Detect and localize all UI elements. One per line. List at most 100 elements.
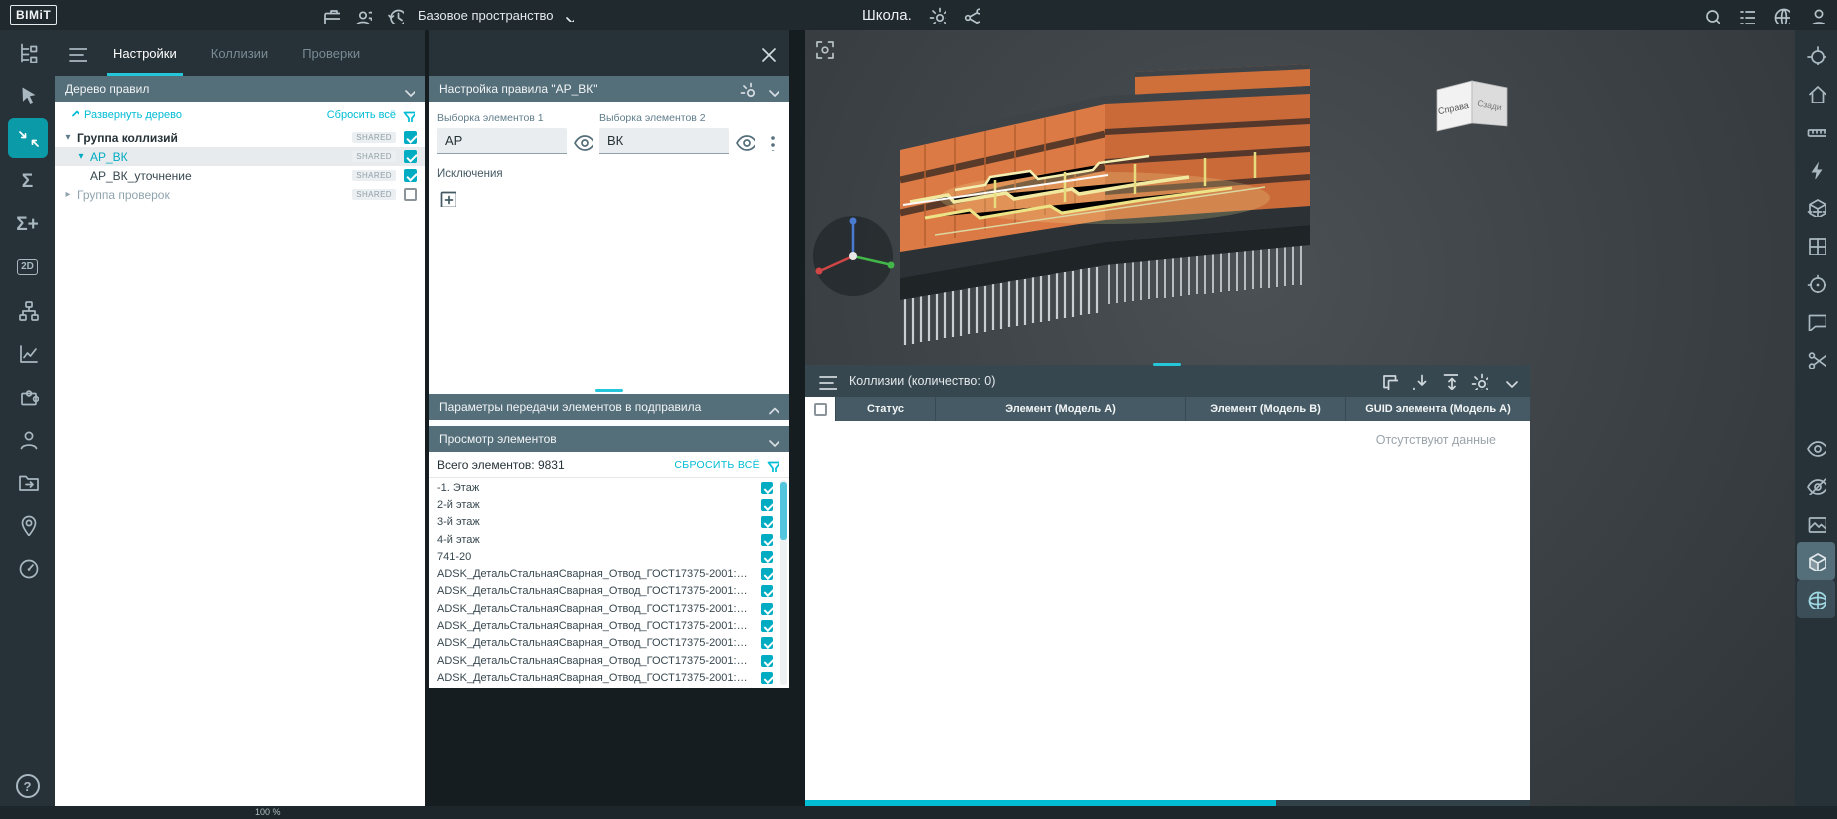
tree-row-checkbox[interactable] [404, 188, 417, 201]
panel-splitter[interactable] [429, 386, 789, 394]
item-checkbox[interactable] [761, 534, 773, 546]
nav-gizmo[interactable] [808, 212, 908, 312]
select-all-checkbox[interactable] [814, 403, 827, 416]
item-checkbox[interactable] [761, 516, 773, 528]
settings-icon[interactable] [1470, 372, 1488, 390]
add-exclusion-button[interactable] [437, 188, 456, 207]
reset-all-link[interactable]: Сбросить всё [327, 108, 415, 122]
list-item[interactable]: ADSK_ДетальСтальнаяСварная_Отвод_ГОСТ173… [429, 617, 777, 634]
item-checkbox[interactable] [761, 672, 773, 684]
list-item[interactable]: ADSK_ДетальСтальнаяСварная_Отвод_ГОСТ173… [429, 583, 777, 600]
item-checkbox[interactable] [761, 585, 773, 597]
show-elements-tool[interactable] [1797, 428, 1835, 466]
dashboard-tool[interactable] [8, 548, 48, 588]
quick-clash-tool[interactable] [1797, 150, 1835, 188]
fit-rows-icon[interactable] [1440, 372, 1458, 390]
elements-view-header[interactable]: Просмотр элементов [429, 426, 789, 452]
close-icon[interactable] [757, 43, 777, 63]
item-checkbox[interactable] [761, 637, 773, 649]
tab-collisions[interactable]: Коллизии [195, 30, 284, 76]
column-guid-a[interactable]: GUID элемента (Модель A) [1345, 397, 1530, 421]
collapse-arrow-icon[interactable]: ▾ [61, 132, 75, 143]
item-checkbox[interactable] [761, 655, 773, 667]
list-item[interactable]: 3-й этаж [429, 514, 777, 531]
share-icon[interactable] [962, 6, 980, 24]
tree-row-check-group[interactable]: ▸ Группа проверок SHARED [55, 185, 425, 204]
list-scrollbar[interactable] [780, 480, 787, 685]
clash-detection-tool[interactable] [8, 118, 48, 158]
rules-tree-header[interactable]: Дерево правил [55, 76, 425, 102]
gear-icon[interactable] [739, 81, 755, 97]
item-checkbox[interactable] [761, 551, 773, 563]
tree-row-checkbox[interactable] [404, 169, 417, 182]
selection-2-more-button[interactable] [761, 133, 779, 151]
list-item[interactable]: -1. Этаж [429, 479, 777, 496]
sphere-view-tool[interactable] [1797, 580, 1835, 618]
team-icon[interactable] [354, 6, 372, 24]
sum-tool[interactable]: Σ [8, 161, 48, 201]
tab-settings[interactable]: Настройки [97, 30, 193, 76]
column-status[interactable]: Статус [835, 397, 935, 421]
scrollbar-thumb[interactable] [780, 482, 787, 540]
elements-list[interactable]: -1. Этаж 2-й этаж 3-й этаж 4-й этаж 741-… [429, 479, 777, 688]
tree-row-ar-vk-clarify[interactable]: АР_ВК_уточнение SHARED [55, 166, 425, 185]
tree-row-checkbox[interactable] [404, 150, 417, 163]
list-item[interactable]: ADSK_ДетальСтальнаяСварная_Отвод_ГОСТ173… [429, 635, 777, 652]
users-tool[interactable] [8, 419, 48, 459]
collapse-arrow-icon[interactable]: ▾ [74, 151, 88, 162]
viewport-crop-icon[interactable] [813, 38, 835, 60]
plugins-tool[interactable] [8, 376, 48, 416]
help-button[interactable]: ? [16, 774, 40, 798]
measure-tool[interactable] [1797, 112, 1835, 150]
list-item[interactable]: ADSK_ДетальСтальнаяСварная_Отвод_ГОСТ173… [429, 565, 777, 582]
account-icon[interactable] [1807, 6, 1825, 24]
section-cut-tool[interactable] [1797, 340, 1835, 378]
home-view-tool[interactable] [1797, 74, 1835, 112]
workspace-selector[interactable]: Базовое пространство [418, 8, 574, 23]
list-item[interactable]: 4-й этаж [429, 531, 777, 548]
hide-elements-tool[interactable] [1797, 466, 1835, 504]
locate-element-tool[interactable] [1797, 264, 1835, 302]
shared-folders-tool[interactable] [8, 462, 48, 502]
expand-arrow-icon[interactable]: ▸ [61, 189, 75, 200]
list-item[interactable]: ADSK_ДетальСтальнаяСварная_Отвод_ГОСТ173… [429, 652, 777, 669]
list-item[interactable]: 741-20 [429, 548, 777, 565]
collapse-panel-icon[interactable] [1500, 372, 1518, 390]
history-icon[interactable] [386, 6, 404, 24]
list-menu-icon[interactable] [1737, 6, 1755, 24]
panel-menu-icon[interactable] [67, 43, 87, 63]
search-icon[interactable] [1702, 6, 1720, 24]
select-tool[interactable] [8, 75, 48, 115]
globe-icon[interactable] [1772, 6, 1790, 24]
drag-handle[interactable] [595, 389, 623, 392]
transfer-params-header[interactable]: Параметры передачи элементов в подправил… [429, 394, 789, 420]
snapshot-tool[interactable] [1797, 504, 1835, 542]
access-tool[interactable] [8, 505, 48, 545]
drawings-2d-tool[interactable]: 2D [8, 247, 48, 287]
list-item[interactable]: ADSK_ДетальСтальнаяСварная_Отвод_ГОСТ173… [429, 600, 777, 617]
column-element-b[interactable]: Элемент (Модель B) [1185, 397, 1345, 421]
project-settings-icon[interactable] [928, 6, 946, 24]
tree-row-checkbox[interactable] [404, 131, 417, 144]
item-checkbox[interactable] [761, 499, 773, 511]
item-checkbox[interactable] [761, 482, 773, 494]
app-logo[interactable]: BIMiT [10, 5, 57, 25]
item-checkbox[interactable] [761, 620, 773, 632]
list-item[interactable]: ADSK_ДетальСтальнаяСварная_Отвод_ГОСТ173… [429, 669, 777, 686]
tree-row-collision-group[interactable]: ▾ Группа коллизий SHARED [55, 128, 425, 147]
item-checkbox[interactable] [761, 568, 773, 580]
materials-tool[interactable] [1797, 542, 1835, 580]
export-icon[interactable] [1410, 372, 1428, 390]
comments-tool[interactable] [1797, 302, 1835, 340]
selection-1-visibility-button[interactable] [573, 131, 593, 151]
collisions-drag-handle[interactable] [1153, 363, 1181, 366]
panel-menu-icon[interactable] [817, 371, 837, 391]
column-element-a[interactable]: Элемент (Модель A) [935, 397, 1185, 421]
elements-reset-link[interactable]: СБРОСИТЬ ВСЁ [674, 458, 779, 472]
copy-icon[interactable] [1380, 372, 1398, 390]
section-box-tool[interactable] [1797, 188, 1835, 226]
projects-icon[interactable] [322, 6, 340, 24]
tree-row-ar-vk[interactable]: ▾ АР_ВК SHARED [55, 147, 425, 166]
selection-2-input[interactable] [599, 128, 729, 154]
model-tree-tool[interactable] [8, 32, 48, 72]
